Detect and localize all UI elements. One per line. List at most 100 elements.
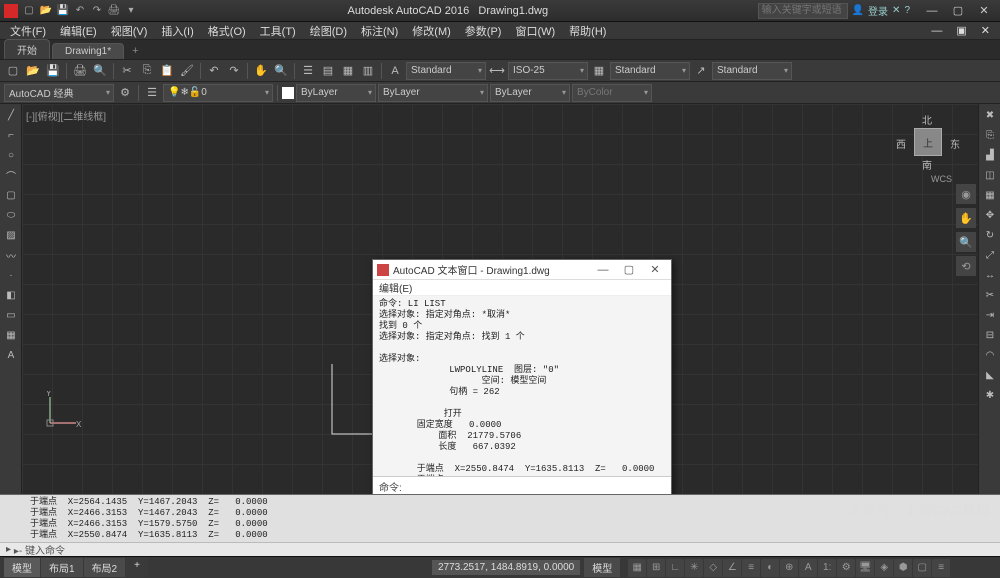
vc-west[interactable]: 西 bbox=[896, 136, 906, 151]
custom-icon[interactable]: ≡ bbox=[932, 559, 950, 577]
cut-icon[interactable]: ✂ bbox=[118, 62, 136, 80]
command-history[interactable]: 于端点 X=2564.1435 Y=1467.2043 Z= 0.0000 于端… bbox=[0, 494, 1000, 542]
polar-toggle-icon[interactable]: ✳ bbox=[685, 559, 703, 577]
menu-modify[interactable]: 修改(M) bbox=[406, 23, 457, 39]
text-style-combo[interactable]: Standard bbox=[406, 62, 486, 80]
new-icon[interactable]: ▢ bbox=[4, 62, 22, 80]
move-icon[interactable]: ✥ bbox=[981, 206, 999, 224]
doc-minimize-icon[interactable]: — bbox=[925, 25, 948, 37]
ws-toggle-icon[interactable]: ⚙ bbox=[837, 559, 855, 577]
menu-format[interactable]: 格式(O) bbox=[202, 23, 252, 39]
otrack-toggle-icon[interactable]: ∠ bbox=[723, 559, 741, 577]
qat-print-icon[interactable]: 🖨 bbox=[107, 4, 121, 18]
clean-toggle-icon[interactable]: ▢ bbox=[913, 559, 931, 577]
offset-icon[interactable]: ◫ bbox=[981, 166, 999, 184]
tab-layout2[interactable]: 布局2 bbox=[84, 558, 126, 577]
redo-icon[interactable]: ↷ bbox=[225, 62, 243, 80]
search-input[interactable] bbox=[758, 3, 848, 19]
close-button[interactable]: ✕ bbox=[972, 3, 996, 19]
hw-toggle-icon[interactable]: ⬢ bbox=[894, 559, 912, 577]
menu-draw[interactable]: 绘图(D) bbox=[304, 23, 353, 39]
maximize-button[interactable]: ▢ bbox=[946, 3, 970, 19]
wheel-icon[interactable]: ◉ bbox=[956, 184, 976, 204]
mirror-icon[interactable]: ▟ bbox=[981, 146, 999, 164]
monitor-icon[interactable]: 🖥 bbox=[856, 559, 874, 577]
fillet-icon[interactable]: ◠ bbox=[981, 346, 999, 364]
add-layout-button[interactable]: + bbox=[126, 558, 148, 577]
viewcube[interactable]: 北 西 东 南 上 WCS bbox=[898, 112, 958, 172]
minimize-button[interactable]: — bbox=[920, 3, 944, 19]
dialog-body[interactable]: 命令: LI LIST 选择对象: 指定对角点: *取消* 找到 0 个 选择对… bbox=[373, 296, 671, 476]
text-window-dialog[interactable]: AutoCAD 文本窗口 - Drawing1.dwg — ▢ ✕ 编辑(E) … bbox=[372, 259, 672, 494]
ssm-icon[interactable]: ▥ bbox=[359, 62, 377, 80]
viewport-label[interactable]: [-][俯视][二维线框] bbox=[26, 108, 106, 123]
help-icon[interactable]: ? bbox=[904, 5, 910, 16]
qat-save-icon[interactable]: 💾 bbox=[56, 4, 70, 18]
doc-close-icon[interactable]: ✕ bbox=[975, 24, 996, 37]
spline-icon[interactable]: 〰 bbox=[2, 246, 20, 264]
login-area[interactable]: 👤登录 ✕ ? bbox=[852, 3, 910, 18]
table-draw-icon[interactable]: ▦ bbox=[2, 326, 20, 344]
open-icon[interactable]: 📂 bbox=[24, 62, 42, 80]
preview-icon[interactable]: 🔍 bbox=[91, 62, 109, 80]
circle-icon[interactable]: ○ bbox=[2, 146, 20, 164]
copy-icon[interactable]: ⎘ bbox=[138, 62, 156, 80]
array-icon[interactable]: ▦ bbox=[981, 186, 999, 204]
orbit-icon[interactable]: ⟲ bbox=[956, 256, 976, 276]
pan-nav-icon[interactable]: ✋ bbox=[956, 208, 976, 228]
zoom-nav-icon[interactable]: 🔍 bbox=[956, 232, 976, 252]
lwt-toggle-icon[interactable]: ≡ bbox=[742, 559, 760, 577]
wcs-label[interactable]: WCS bbox=[931, 174, 952, 184]
point-icon[interactable]: · bbox=[2, 266, 20, 284]
lineweight-combo[interactable]: ByLayer bbox=[490, 84, 570, 102]
drawing-canvas[interactable]: [-][俯视][二维线框] Y X 北 西 bbox=[22, 104, 978, 494]
qat-open-icon[interactable]: 📂 bbox=[39, 4, 53, 18]
text-icon[interactable]: A bbox=[386, 62, 404, 80]
pan-icon[interactable]: ✋ bbox=[252, 62, 270, 80]
plot-icon[interactable]: 🖨 bbox=[71, 62, 89, 80]
ann-toggle-icon[interactable]: A bbox=[799, 559, 817, 577]
tab-drawing1[interactable]: Drawing1* bbox=[52, 43, 124, 59]
dialog-close-button[interactable]: ✕ bbox=[643, 262, 667, 278]
mtext-icon[interactable]: A bbox=[2, 346, 20, 364]
qat-more-icon[interactable]: ▾ bbox=[124, 4, 138, 18]
qat-new-icon[interactable]: ▢ bbox=[22, 4, 36, 18]
dim-style-combo[interactable]: ISO-25 bbox=[508, 62, 588, 80]
snap-toggle-icon[interactable]: ⊞ bbox=[647, 559, 665, 577]
save-icon[interactable]: 💾 bbox=[44, 62, 62, 80]
ellipse-icon[interactable]: ⬭ bbox=[2, 206, 20, 224]
qat-redo-icon[interactable]: ↷ bbox=[90, 4, 104, 18]
layer-props-icon[interactable]: ☰ bbox=[143, 84, 161, 102]
menu-file[interactable]: 文件(F) bbox=[4, 23, 52, 39]
extend-icon[interactable]: ⇥ bbox=[981, 306, 999, 324]
color-swatch-icon[interactable] bbox=[282, 87, 294, 99]
rotate-icon[interactable]: ↻ bbox=[981, 226, 999, 244]
block-icon[interactable]: ◧ bbox=[2, 286, 20, 304]
explode-icon[interactable]: ✱ bbox=[981, 386, 999, 404]
tab-model[interactable]: 模型 bbox=[4, 558, 40, 577]
ortho-toggle-icon[interactable]: ∟ bbox=[666, 559, 684, 577]
menu-tools[interactable]: 工具(T) bbox=[254, 23, 302, 39]
paste-icon[interactable]: 📋 bbox=[158, 62, 176, 80]
vc-north[interactable]: 北 bbox=[922, 112, 932, 127]
tab-layout1[interactable]: 布局1 bbox=[41, 558, 83, 577]
status-model-mode[interactable]: 模型 bbox=[584, 558, 620, 577]
dialog-minimize-button[interactable]: — bbox=[591, 262, 615, 278]
new-tab-button[interactable]: + bbox=[126, 43, 144, 59]
chamfer-icon[interactable]: ◣ bbox=[981, 366, 999, 384]
pline-icon[interactable]: ⌐ bbox=[2, 126, 20, 144]
dc-icon[interactable]: ▤ bbox=[319, 62, 337, 80]
trim-icon[interactable]: ✂ bbox=[981, 286, 999, 304]
qat-undo-icon[interactable]: ↶ bbox=[73, 4, 87, 18]
line-icon[interactable]: ╱ bbox=[2, 106, 20, 124]
scale-toggle-icon[interactable]: 1: bbox=[818, 559, 836, 577]
vc-east[interactable]: 东 bbox=[950, 136, 960, 151]
rect-icon[interactable]: ▢ bbox=[2, 186, 20, 204]
table-icon[interactable]: ▦ bbox=[590, 62, 608, 80]
menu-edit[interactable]: 编辑(E) bbox=[54, 23, 103, 39]
trans-toggle-icon[interactable]: ◐ bbox=[761, 559, 779, 577]
layer-combo[interactable]: 💡 ❄ 🔓 0 bbox=[163, 84, 273, 102]
erase-icon[interactable]: ✖ bbox=[981, 106, 999, 124]
hatch-icon[interactable]: ▨ bbox=[2, 226, 20, 244]
vc-top-face[interactable]: 上 bbox=[914, 128, 942, 156]
